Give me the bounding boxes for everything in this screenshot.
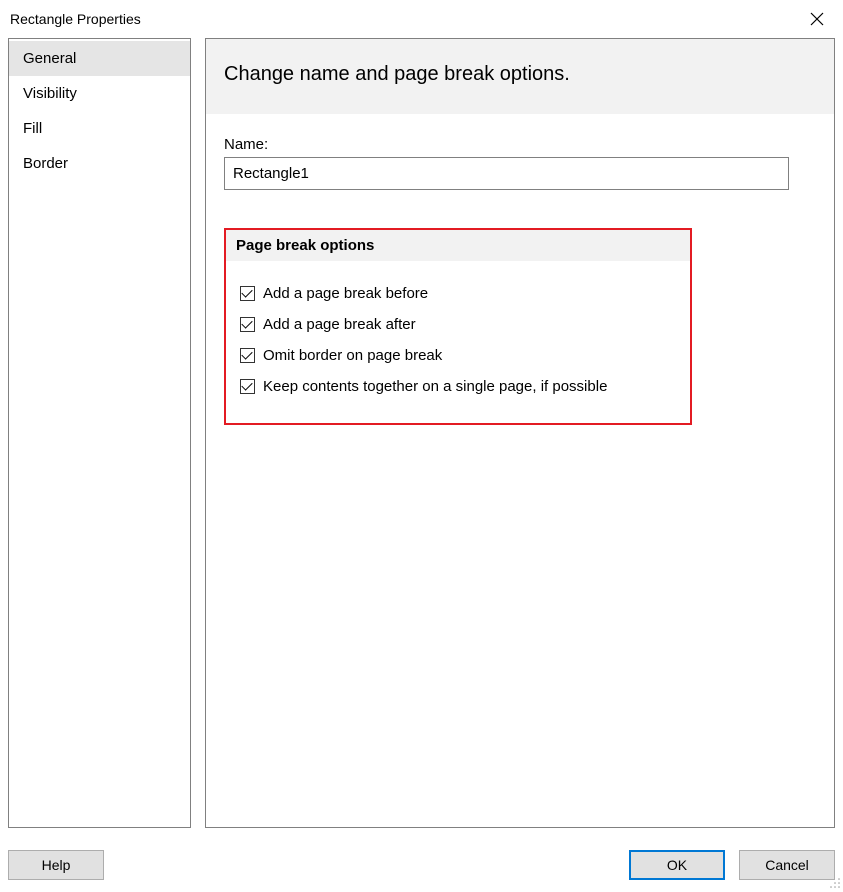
panel-content: Name: Page break options Add a page brea… — [206, 114, 834, 435]
section-header-bar: Page break options — [226, 230, 690, 261]
checkbox-label[interactable]: Add a page break after — [263, 316, 416, 333]
sidebar-item-label: Fill — [23, 120, 42, 137]
checkbox-label[interactable]: Omit border on page break — [263, 347, 442, 364]
cancel-button[interactable]: Cancel — [739, 850, 835, 880]
name-label: Name: — [224, 136, 816, 153]
button-label: Help — [42, 857, 71, 873]
close-icon[interactable] — [805, 7, 829, 31]
button-label: Cancel — [765, 857, 809, 873]
help-button[interactable]: Help — [8, 850, 104, 880]
name-input[interactable] — [224, 157, 789, 190]
checkbox-label[interactable]: Add a page break before — [263, 285, 428, 302]
sidebar: General Visibility Fill Border — [8, 38, 191, 828]
checkbox-row-omit: Omit border on page break — [240, 347, 676, 364]
checkbox-row-before: Add a page break before — [240, 285, 676, 302]
ok-button[interactable]: OK — [629, 850, 725, 880]
sidebar-item-fill[interactable]: Fill — [9, 111, 190, 146]
sidebar-item-visibility[interactable]: Visibility — [9, 76, 190, 111]
checkbox-row-keep: Keep contents together on a single page,… — [240, 378, 676, 395]
page-break-section: Page break options Add a page break befo… — [224, 228, 692, 425]
sidebar-item-border[interactable]: Border — [9, 146, 190, 181]
sidebar-item-label: Border — [23, 155, 68, 172]
window-title: Rectangle Properties — [10, 11, 141, 27]
section-body: Add a page break before Add a page break… — [226, 261, 690, 423]
sidebar-item-general[interactable]: General — [9, 41, 190, 76]
dialog-body: General Visibility Fill Border Change na… — [0, 38, 843, 828]
panel-heading: Change name and page break options. — [224, 63, 816, 86]
checkbox-label[interactable]: Keep contents together on a single page,… — [263, 378, 607, 395]
sidebar-item-label: General — [23, 50, 76, 67]
section-title: Page break options — [236, 237, 680, 254]
checkbox-before[interactable] — [240, 286, 255, 301]
sidebar-item-label: Visibility — [23, 85, 77, 102]
checkbox-row-after: Add a page break after — [240, 316, 676, 333]
panel-header: Change name and page break options. — [206, 39, 834, 114]
checkbox-keep-together[interactable] — [240, 379, 255, 394]
button-row: Help OK Cancel — [0, 850, 843, 880]
checkbox-omit-border[interactable] — [240, 348, 255, 363]
main-panel: Change name and page break options. Name… — [205, 38, 835, 828]
button-row-right: OK Cancel — [629, 850, 835, 880]
resize-grip[interactable] — [829, 876, 841, 888]
checkbox-after[interactable] — [240, 317, 255, 332]
button-label: OK — [667, 857, 687, 873]
titlebar: Rectangle Properties — [0, 0, 843, 38]
